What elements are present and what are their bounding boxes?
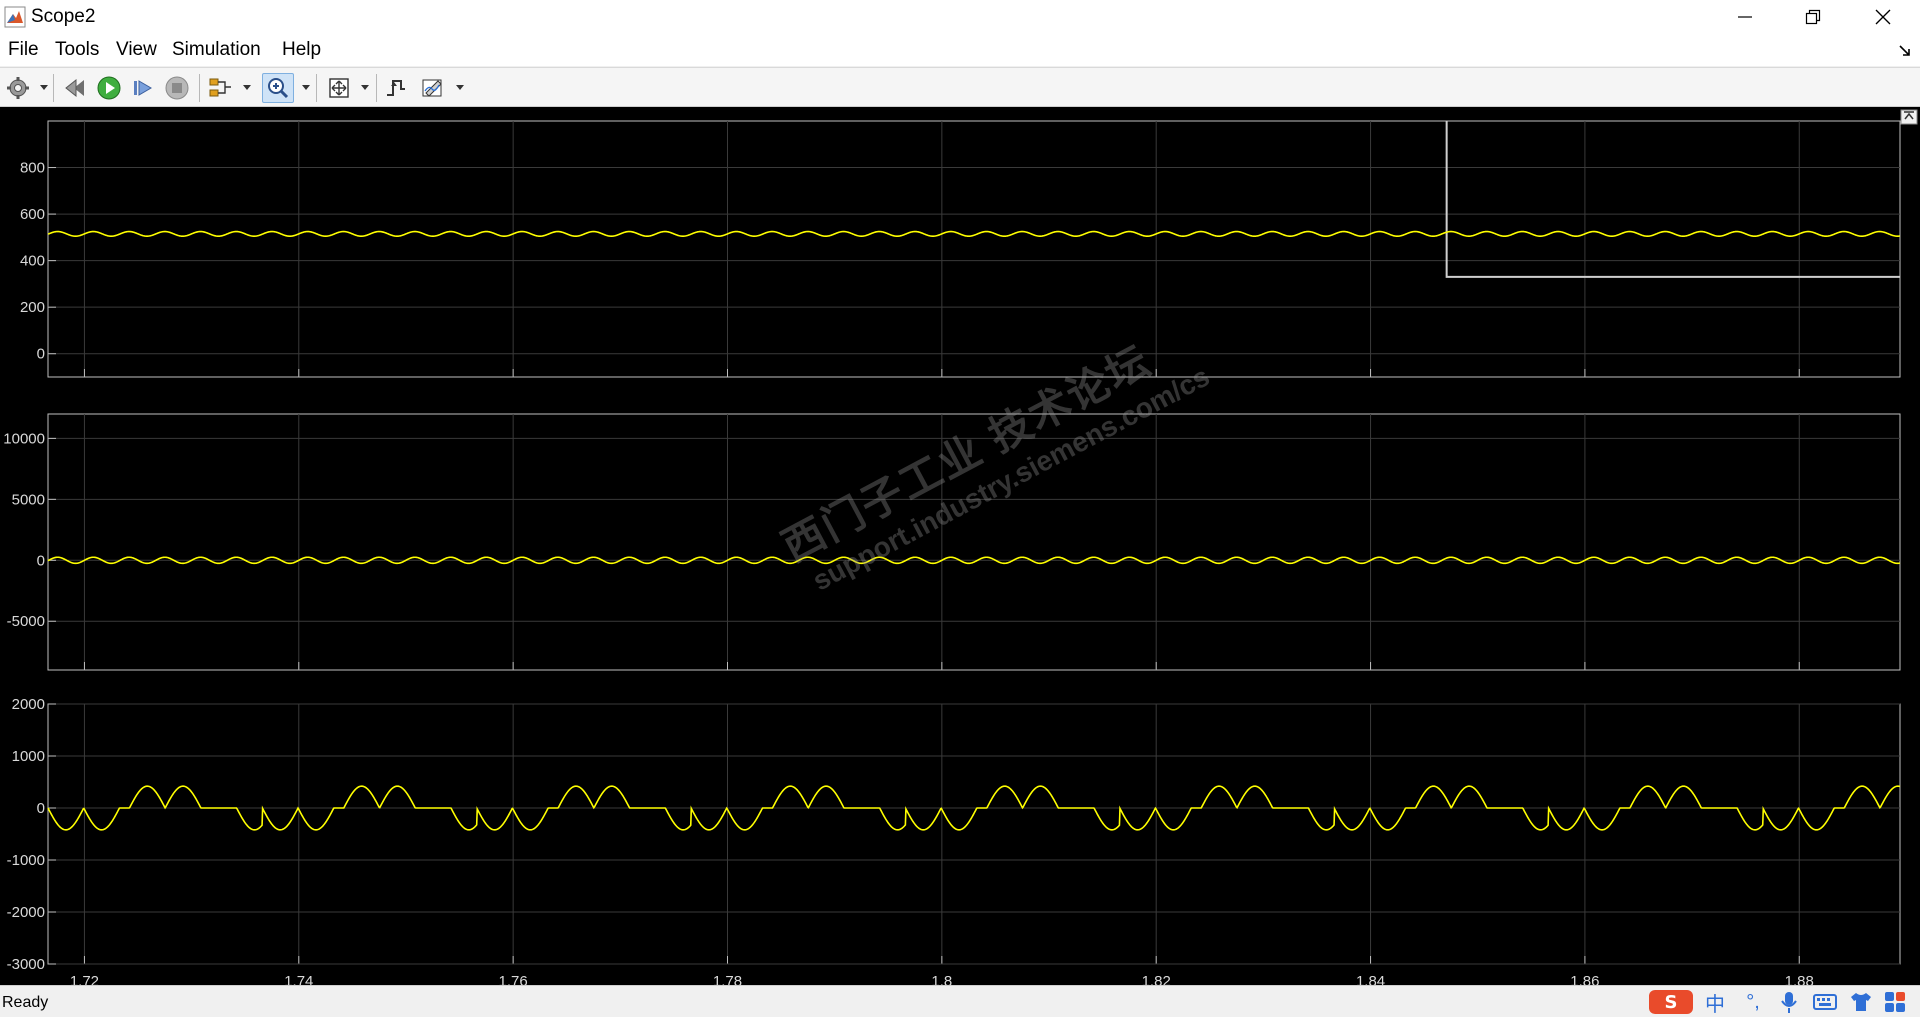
- rewind-icon[interactable]: [62, 75, 88, 101]
- x-tick-label: 1.72: [70, 973, 99, 985]
- y-tick-label: 0: [37, 346, 45, 363]
- status-text: Ready: [2, 994, 49, 1011]
- y-tick-label: -5000: [7, 613, 45, 630]
- signal-select-icon[interactable]: [207, 75, 233, 101]
- fit-axes-caret[interactable]: [361, 85, 369, 90]
- keyboard-icon[interactable]: [1812, 989, 1838, 1015]
- ime-lang-toggle[interactable]: 中: [1702, 989, 1728, 1016]
- plot-frame: [47, 413, 1901, 671]
- y-tick-label: -3000: [7, 956, 45, 973]
- x-tick-label: 1.8: [931, 973, 952, 985]
- menu-simulation[interactable]: Simulation: [172, 39, 261, 61]
- y-tick-label: 600: [20, 206, 45, 223]
- toolbar-separator: [199, 74, 200, 102]
- x-tick-label: 1.88: [1785, 973, 1814, 985]
- x-tick-label: 1.86: [1570, 973, 1599, 985]
- y-tick-label: 0: [37, 800, 45, 817]
- menu-tools[interactable]: Tools: [55, 39, 99, 61]
- y-tick-label: -2000: [7, 904, 45, 921]
- menu-help[interactable]: Help: [282, 39, 321, 61]
- toolbar-separator: [53, 74, 54, 102]
- y-tick-label: 200: [20, 299, 45, 316]
- window-title: Scope2: [31, 6, 96, 27]
- step-forward-icon[interactable]: [130, 75, 156, 101]
- restore-button[interactable]: [1778, 0, 1848, 34]
- y-tick-label: -1000: [7, 852, 45, 869]
- minimize-button[interactable]: [1710, 0, 1780, 34]
- measure-caret[interactable]: [456, 85, 464, 90]
- scope-display: 0 200 400 600 800 -5000 0 5000 10000 -3000 -2000 -1…: [0, 107, 1920, 985]
- toolbar: [0, 67, 1920, 107]
- menu-view[interactable]: View: [116, 39, 157, 61]
- microphone-icon[interactable]: [1778, 989, 1800, 1015]
- dock-arrow-icon[interactable]: [1898, 44, 1912, 58]
- x-tick-label: 1.74: [284, 973, 313, 985]
- toolbar-separator: [376, 74, 377, 102]
- y-tick-label: 2000: [12, 696, 45, 713]
- run-icon[interactable]: [96, 75, 122, 101]
- zoom-button[interactable]: [262, 73, 294, 103]
- toolbar-separator: [316, 74, 317, 102]
- sogou-ime-icon[interactable]: S: [1648, 989, 1694, 1015]
- menu-file[interactable]: File: [8, 39, 39, 61]
- scope-plots: 0200400600800-50000500010000-3000-2000-1…: [3, 120, 1901, 985]
- menu-bar: File Tools View Simulation Help: [0, 34, 1920, 66]
- y-tick-label: 800: [20, 160, 45, 177]
- zoom-icon: [268, 78, 289, 99]
- x-tick-label: 1.76: [499, 973, 528, 985]
- close-icon: [1875, 9, 1891, 25]
- title-bar: Scope2: [0, 0, 1920, 34]
- y-tick-label: 1000: [12, 748, 45, 765]
- settings-dropdown-caret[interactable]: [40, 85, 48, 90]
- fit-axes-icon[interactable]: [326, 75, 352, 101]
- y-tick-label: 5000: [12, 491, 45, 508]
- signal-select-caret[interactable]: [243, 85, 251, 90]
- undock-icon[interactable]: [1900, 109, 1918, 125]
- skin-shirt-icon[interactable]: [1848, 989, 1874, 1015]
- ime-punct-toggle[interactable]: °,: [1740, 989, 1766, 1015]
- triggers-icon[interactable]: [383, 75, 409, 101]
- plot-frame: [47, 120, 1901, 378]
- zoom-caret[interactable]: [302, 85, 310, 90]
- gear-icon[interactable]: [5, 75, 31, 101]
- plot-frame: [47, 703, 1901, 965]
- x-tick-label: 1.84: [1356, 973, 1385, 985]
- restore-icon: [1805, 9, 1821, 25]
- status-bar: Ready S 中 °,: [0, 985, 1920, 1017]
- toolbox-grid-icon[interactable]: [1882, 989, 1908, 1015]
- minimize-icon: [1738, 16, 1752, 18]
- x-tick-label: 1.78: [713, 973, 742, 985]
- x-tick-label: 1.82: [1142, 973, 1171, 985]
- close-button[interactable]: [1848, 0, 1918, 34]
- y-tick-label: 0: [37, 552, 45, 569]
- svg-text:S: S: [1665, 992, 1678, 1013]
- y-tick-label: 400: [20, 253, 45, 270]
- measure-icon[interactable]: [420, 75, 446, 101]
- matlab-icon: [4, 6, 26, 28]
- stop-icon[interactable]: [164, 75, 190, 101]
- y-tick-label: 10000: [3, 430, 45, 447]
